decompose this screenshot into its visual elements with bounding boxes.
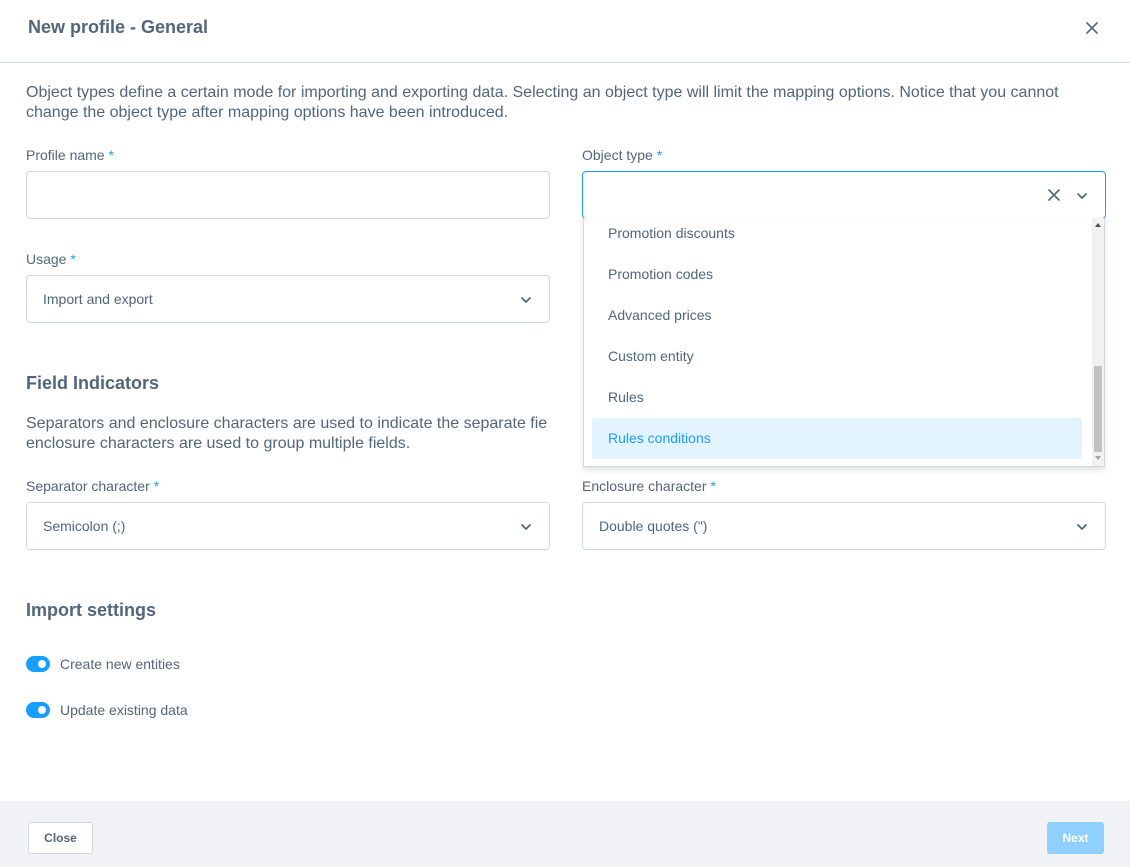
clear-icon[interactable] [1047, 188, 1061, 202]
toggle-knob [38, 706, 46, 714]
import-settings-title: Import settings [26, 600, 157, 620]
chevron-down-icon[interactable] [1075, 189, 1089, 203]
dropdown-scrollbar[interactable] [1092, 218, 1104, 466]
enclosure-select[interactable]: Double quotes (") [582, 502, 1106, 550]
intro-description: Object types define a certain mode for i… [26, 84, 1059, 121]
dropdown-option[interactable]: Advanced prices [592, 295, 1082, 336]
object-type-dropdown: Promotion discounts Promotion codes Adva… [583, 218, 1105, 467]
usage-select[interactable]: Import and export [26, 275, 550, 323]
create-new-entities-label[interactable]: Create new entities [60, 656, 180, 672]
profile-name-input[interactable] [26, 171, 550, 219]
separator-select[interactable]: Semicolon (;) [26, 502, 550, 550]
update-existing-data-toggle[interactable] [26, 702, 50, 718]
modal-footer: Close Next [0, 801, 1130, 867]
chevron-down-icon[interactable] [1075, 520, 1089, 534]
dropdown-option[interactable]: Rules [592, 377, 1082, 418]
object-type-select[interactable] [582, 171, 1106, 219]
field-indicators-description-line2: enclosure characters are used to group m… [26, 435, 411, 452]
chevron-down-icon[interactable] [519, 520, 533, 534]
enclosure-label: Enclosure character * [582, 478, 716, 494]
close-button[interactable]: Close [28, 822, 93, 854]
scroll-up-arrow-icon[interactable] [1095, 223, 1101, 227]
toggle-knob [38, 660, 46, 668]
profile-name-label: Profile name * [26, 147, 114, 163]
dropdown-option[interactable]: Custom entity [592, 336, 1082, 377]
field-indicators-title: Field Indicators [26, 373, 160, 393]
create-new-entities-toggle[interactable] [26, 656, 50, 672]
modal-header: New profile - General [0, 0, 1130, 63]
dropdown-option[interactable]: Promotion discounts [592, 218, 1082, 254]
scroll-down-arrow-icon[interactable] [1095, 456, 1101, 460]
object-type-label: Object type * [582, 147, 663, 163]
update-existing-data-label[interactable]: Update existing data [60, 702, 188, 718]
next-button[interactable]: Next [1047, 822, 1104, 854]
separator-label: Separator character * [26, 478, 160, 494]
field-indicators-description-line1: Separators and enclosure characters are … [26, 415, 548, 432]
chevron-down-icon[interactable] [519, 293, 533, 307]
close-icon[interactable] [1080, 16, 1104, 40]
usage-label: Usage * [26, 251, 76, 267]
dropdown-option[interactable]: Promotion codes [592, 254, 1082, 295]
modal-title: New profile - General [28, 17, 209, 37]
